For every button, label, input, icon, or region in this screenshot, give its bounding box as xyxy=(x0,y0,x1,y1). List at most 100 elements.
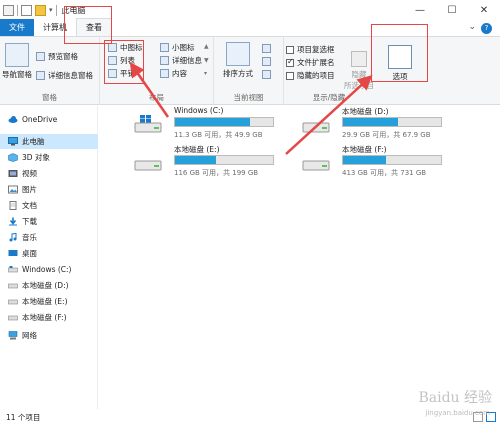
sort-by-label: 排序方式 xyxy=(223,69,253,78)
sidebar-item-downloads[interactable]: 下载 xyxy=(0,214,98,229)
tab-file[interactable]: 文件 xyxy=(0,19,34,36)
network-icon xyxy=(8,331,18,340)
size-columns-icon[interactable] xyxy=(262,70,271,79)
small-icons-label: 小图标 xyxy=(172,43,195,52)
drive-name: 本地磁盘 (E:) xyxy=(174,145,220,154)
details-option[interactable]: 详细信息 xyxy=(160,55,202,66)
scroll-up-icon[interactable]: ▲ xyxy=(204,43,209,50)
help-icon[interactable]: ? xyxy=(481,23,492,34)
music-icon xyxy=(9,233,17,242)
separator xyxy=(55,4,57,16)
close-button[interactable]: ✕ xyxy=(468,0,500,20)
sidebar-item-label: 桌面 xyxy=(22,249,37,258)
nav-pane-button[interactable]: 导航窗格 xyxy=(2,43,32,80)
nav-pane-label: 导航窗格 xyxy=(2,70,32,79)
details-pane-label: 详细信息窗格 xyxy=(48,71,93,80)
sidebar-item-label: Windows (C:) xyxy=(22,265,72,274)
drive-icon xyxy=(302,160,330,171)
tab-computer[interactable]: 计算机 xyxy=(34,19,76,36)
hide-selected-button[interactable]: 隐藏 所选项目 xyxy=(344,51,374,91)
options-group: 选项 xyxy=(380,37,420,105)
sidebar-item-label: 本地磁盘 (D:) xyxy=(22,281,69,290)
drive-e[interactable]: 本地磁盘 (E:) 116 GB 可用，共 199 GB xyxy=(134,144,284,182)
small-icons-icon xyxy=(160,43,169,52)
file-extensions-checkbox[interactable] xyxy=(286,57,294,67)
list-option[interactable]: 列表 xyxy=(108,55,135,66)
preview-pane-button[interactable]: 预览窗格 xyxy=(36,51,78,62)
hidden-items-label: 隐藏的项目 xyxy=(297,71,335,80)
drive-icon xyxy=(8,315,18,321)
drive-name: 本地磁盘 (D:) xyxy=(342,107,389,116)
medium-icons-option[interactable]: 中图标 xyxy=(108,42,143,53)
add-columns-icon[interactable] xyxy=(262,57,271,66)
sidebar-item-music[interactable]: 音乐 xyxy=(0,230,98,245)
sidebar-item-drive-e[interactable]: 本地磁盘 (E:) xyxy=(0,294,98,309)
pane-group: 导航窗格 预览窗格 详细信息窗格 窗格 xyxy=(0,37,100,105)
drive-free-space: 29.9 GB 可用，共 67.9 GB xyxy=(342,131,431,139)
sort-icon xyxy=(226,42,250,66)
options-button[interactable]: 选项 xyxy=(384,45,416,82)
tiles-option[interactable]: 平铺 xyxy=(108,68,135,79)
sidebar-item-drive-c[interactable]: Windows (C:) xyxy=(0,262,98,277)
small-icons-option[interactable]: 小图标 xyxy=(160,42,195,53)
new-folder-icon[interactable] xyxy=(35,4,46,16)
details-pane-icon xyxy=(36,71,45,80)
file-extensions-label: 文件扩展名 xyxy=(297,58,335,67)
layout-group: 中图标 小图标 列表 详细信息 平铺 内容 ▲ ▼ ▾ 布局 xyxy=(100,37,214,105)
properties-icon[interactable] xyxy=(21,4,32,16)
hidden-items-checkbox[interactable] xyxy=(286,71,294,80)
preview-pane-icon xyxy=(36,52,45,61)
sidebar-item-3d-objects[interactable]: 3D 对象 xyxy=(0,150,98,165)
drive-free-space: 116 GB 可用，共 199 GB xyxy=(174,169,259,177)
sidebar-item-label: 此电脑 xyxy=(22,137,45,146)
sidebar-item-label: 下载 xyxy=(22,217,37,226)
sidebar-item-onedrive[interactable]: OneDrive xyxy=(0,112,98,127)
sidebar-item-label: 文档 xyxy=(22,201,37,210)
hidden-items-toggle[interactable]: 隐藏的项目 xyxy=(286,70,335,81)
medium-icons-label: 中图标 xyxy=(120,43,143,52)
sidebar-item-this-pc[interactable]: 此电脑 xyxy=(0,134,98,149)
sidebar-item-documents[interactable]: 文档 xyxy=(0,198,98,213)
windows-drive-icon xyxy=(134,115,162,133)
watermark-url: jingyan.baidu.com xyxy=(425,409,490,417)
details-pane-button[interactable]: 详细信息窗格 xyxy=(36,70,93,81)
usage-fill xyxy=(175,156,217,164)
sidebar-item-pictures[interactable]: 图片 xyxy=(0,182,98,197)
show-hide-group: 项目复选框 文件扩展名 隐藏的项目 隐藏 所选项目 显示/隐藏 xyxy=(284,37,374,105)
content-option[interactable]: 内容 xyxy=(160,68,187,79)
drive-free-space: 11.3 GB 可用，共 49.9 GB xyxy=(174,131,263,139)
drive-d[interactable]: 本地磁盘 (D:) 29.9 GB 可用，共 67.9 GB xyxy=(302,106,452,144)
drive-name: 本地磁盘 (F:) xyxy=(342,145,387,154)
drive-c[interactable]: Windows (C:) 11.3 GB 可用，共 49.9 GB xyxy=(134,106,284,144)
chevron-down-icon[interactable]: ▾ xyxy=(49,6,53,14)
sidebar-item-drive-f[interactable]: 本地磁盘 (F:) xyxy=(0,310,98,325)
title-bar: ▾ 此电脑 — ☐ ✕ xyxy=(0,0,500,20)
sidebar-item-label: 3D 对象 xyxy=(22,153,50,162)
maximize-button[interactable]: ☐ xyxy=(436,0,468,20)
scroll-down-icon[interactable]: ▼ xyxy=(204,57,209,64)
medium-icons-icon xyxy=(108,43,117,52)
file-extensions-toggle[interactable]: 文件扩展名 xyxy=(286,57,335,68)
sidebar-item-drive-d[interactable]: 本地磁盘 (D:) xyxy=(0,278,98,293)
sort-by-button[interactable]: 排序方式 xyxy=(220,42,256,79)
ribbon: 导航窗格 预览窗格 详细信息窗格 窗格 中图标 小图标 列表 详细信息 平铺 内… xyxy=(0,37,500,105)
item-checkboxes-toggle[interactable]: 项目复选框 xyxy=(286,44,335,55)
usage-fill xyxy=(343,156,387,164)
sidebar-item-videos[interactable]: 视频 xyxy=(0,166,98,181)
item-checkboxes-checkbox[interactable] xyxy=(286,45,294,54)
sidebar-item-network[interactable]: 网络 xyxy=(0,328,98,343)
drive-list: Windows (C:) 11.3 GB 可用，共 49.9 GB 本地磁盘 (… xyxy=(98,106,500,409)
tab-view[interactable]: 查看 xyxy=(76,18,112,36)
selected-items-label: 所选项目 xyxy=(344,81,374,90)
drive-icon xyxy=(302,122,330,133)
sidebar-item-label: OneDrive xyxy=(22,115,58,124)
expand-icon[interactable]: ▾ xyxy=(204,70,207,77)
chevron-down-icon[interactable]: ⌄ xyxy=(468,22,476,32)
app-icon xyxy=(3,4,14,16)
minimize-button[interactable]: — xyxy=(404,0,436,20)
drive-f[interactable]: 本地磁盘 (F:) 413 GB 可用，共 731 GB xyxy=(302,144,452,182)
sidebar-item-desktop[interactable]: 桌面 xyxy=(0,246,98,261)
group-by-icon[interactable] xyxy=(262,44,271,53)
hide-label: 隐藏 xyxy=(351,70,367,79)
windows-drive-icon xyxy=(8,266,18,273)
